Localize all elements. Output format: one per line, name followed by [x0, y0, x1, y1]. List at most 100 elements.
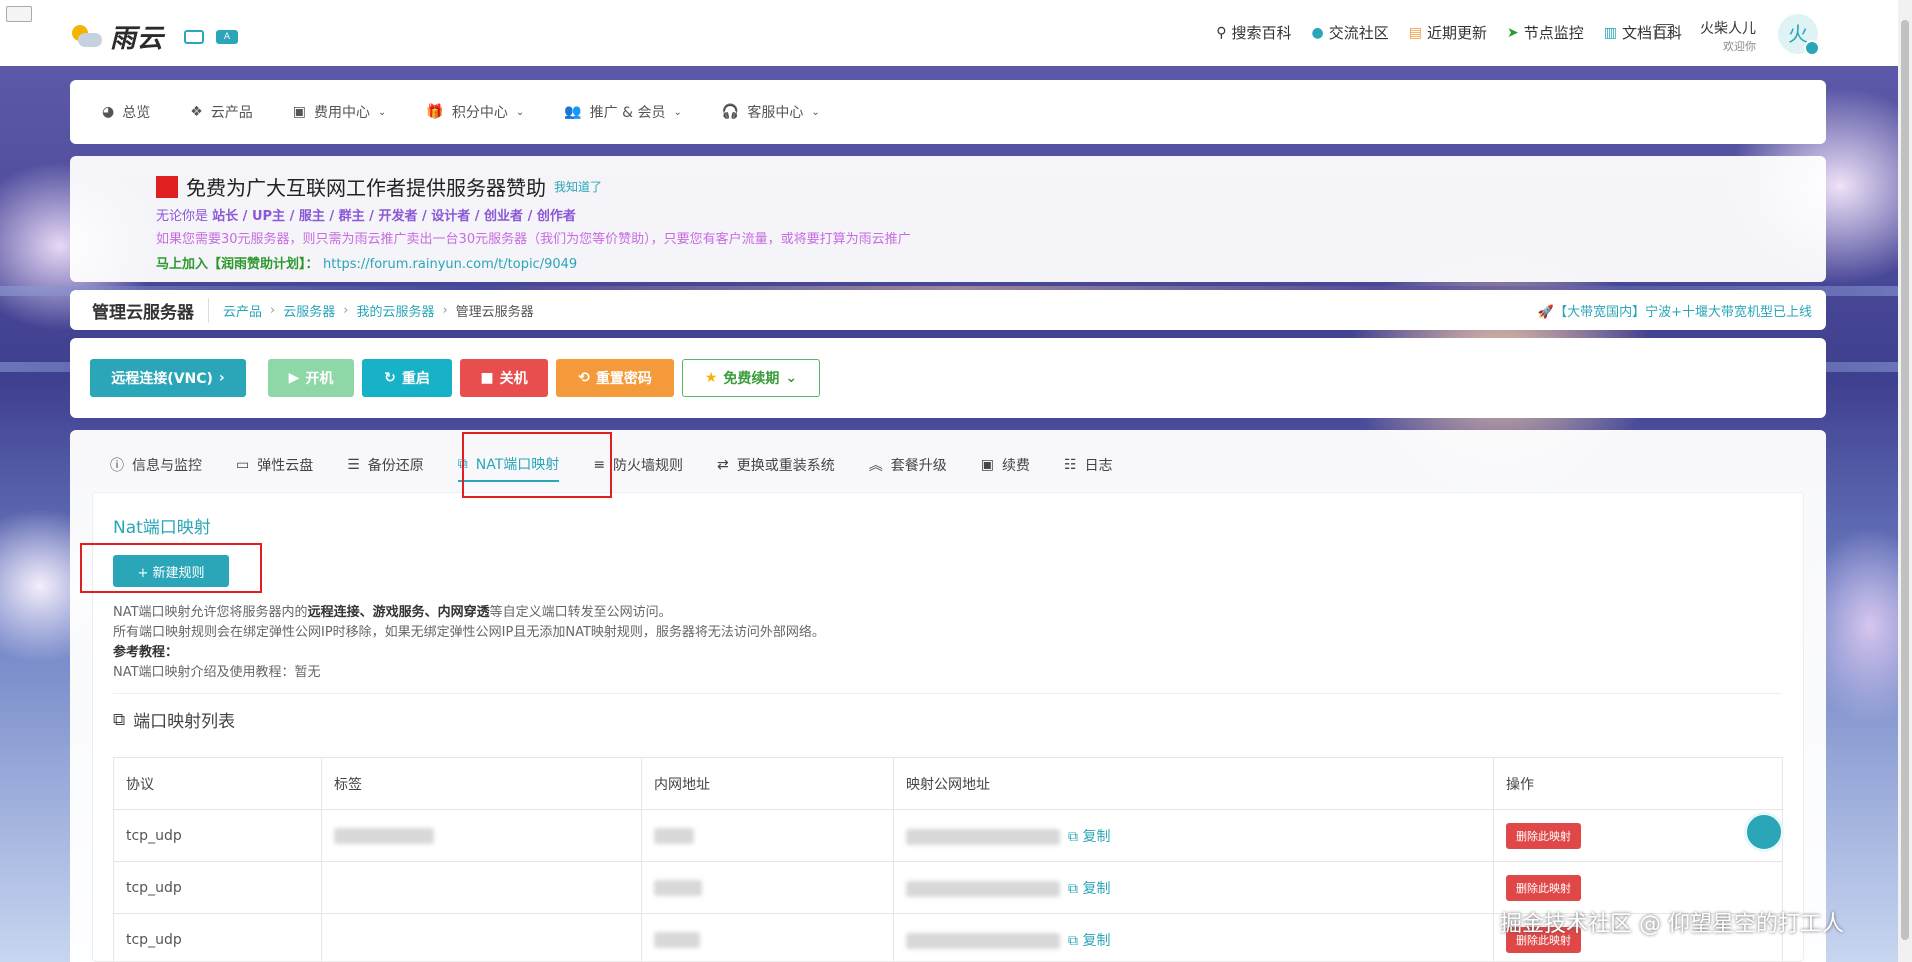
chevron-right-icon: ›	[218, 370, 225, 386]
menu-label: 云产品	[210, 105, 253, 121]
server-actions: 远程连接(VNC) › ▶ 开机 ↻ 重启 ■ 关机 ⟲ 重置密码 ★ 免费续期 ⌄	[70, 338, 1826, 418]
menu-points[interactable]: 🎁 积分中心 ⌄	[426, 102, 524, 122]
weather-logo-icon	[70, 23, 104, 51]
menu-label: 客服中心	[747, 105, 804, 121]
delete-mapping-button[interactable]: 删除此映射	[1506, 874, 1581, 901]
hdd-icon: ▭	[236, 457, 250, 473]
desc-bold: 远程连接、游戏服务、内网穿透	[307, 605, 490, 620]
reset-password-button[interactable]: ⟲ 重置密码	[556, 359, 674, 397]
checklist-icon: ☷	[1064, 457, 1077, 473]
topnav-monitor[interactable]: ➤ 节点监控	[1507, 22, 1584, 43]
refresh-icon: ↻	[384, 370, 396, 386]
support-headset-icon[interactable]	[1744, 812, 1784, 852]
nat-title: Nat端口映射	[113, 518, 211, 538]
scrollbar-thumb[interactable]	[1901, 20, 1909, 940]
tab-label: 更换或重装系统	[736, 458, 835, 474]
vnc-button[interactable]: 远程连接(VNC) ›	[90, 359, 246, 397]
tab-label: 弹性云盘	[257, 458, 314, 474]
topnav-label: 近期更新	[1426, 24, 1487, 42]
desc-line2: 所有端口映射规则会在绑定弹性公网IP时移除，如果无绑定弹性公网IP且无添加NAT…	[113, 625, 825, 640]
menu-label: 费用中心	[314, 105, 371, 121]
breadcrumb-separator: ›	[270, 302, 276, 318]
notice-dismiss-link[interactable]: 我知道了	[554, 178, 602, 195]
copy-label: 复制	[1082, 932, 1111, 949]
tab-disk[interactable]: ▭ 弹性云盘	[236, 448, 313, 482]
free-renew-dropdown[interactable]: ★ 免费续期 ⌄	[682, 359, 820, 397]
tab-log[interactable]: ☷ 日志	[1064, 448, 1113, 482]
breadcrumb-item[interactable]: 我的云服务器	[356, 301, 434, 320]
restart-button[interactable]: ↻ 重启	[362, 359, 452, 397]
mail-icon[interactable]	[1656, 24, 1674, 38]
users-icon: 👥	[564, 104, 582, 120]
tab-reinstall[interactable]: ⇄ 更换或重装系统	[717, 448, 835, 482]
avatar[interactable]: 火	[1778, 14, 1820, 56]
notice-line1-prefix: 无论你是	[156, 209, 209, 224]
menu-label: 总览	[122, 105, 151, 121]
user-info[interactable]: 火柴人儿 欢迎你	[1700, 18, 1756, 54]
col-internal-addr: 内网地址	[641, 757, 894, 810]
topnav-search[interactable]: ⚲ 搜索百科	[1216, 22, 1291, 43]
breadcrumb-current: 管理云服务器	[455, 304, 534, 320]
nat-description: NAT端口映射允许您将服务器内的远程连接、游戏服务、内网穿透等自定义端口转发至公…	[113, 603, 825, 683]
monitor-icon: ➤	[1507, 24, 1519, 41]
redacted-value	[654, 879, 702, 896]
action-cell: 删除此映射	[1493, 809, 1783, 862]
copy-button[interactable]: ⧉ 复制	[1068, 829, 1110, 845]
sync-icon: ⟲	[578, 370, 590, 386]
internal-addr-cell	[641, 861, 894, 914]
main-menu: ◕ 总览 ❖ 云产品 ▣ 费用中心 ⌄ 🎁 积分中心 ⌄ 👥 推广 & 会员 ⌄ 🎧 客服中心 ⌄	[70, 80, 1826, 144]
col-actions: 操作	[1493, 757, 1783, 810]
topnav-label: 节点监控	[1523, 24, 1584, 42]
headset-icon: 🎧	[721, 104, 740, 120]
tab-upgrade[interactable]: ︽ 套餐升级	[869, 448, 947, 482]
stop-icon: ■	[480, 370, 494, 386]
public-addr-cell: ⧉ 复制	[893, 913, 1494, 962]
menu-promotion[interactable]: 👥 推广 & 会员 ⌄	[564, 102, 682, 122]
gift-icon: 🎁	[426, 104, 444, 120]
shutdown-button[interactable]: ■ 关机	[460, 359, 548, 397]
desc-text: 等自定义端口转发至公网访问。	[489, 605, 672, 620]
menu-support[interactable]: 🎧 客服中心 ⌄	[722, 102, 820, 122]
tab-backup[interactable]: ☰ 备份还原	[347, 448, 424, 482]
image-icon[interactable]	[184, 29, 205, 44]
copy-button[interactable]: ⧉ 复制	[1068, 933, 1110, 949]
tab-renew[interactable]: ▣ 续费	[981, 448, 1030, 482]
tab-info[interactable]: ⓘ 信息与监控	[110, 448, 202, 482]
menu-cloud-products[interactable]: ❖ 云产品	[190, 102, 253, 122]
start-button[interactable]: ▶ 开机	[268, 359, 354, 397]
start-label: 开机	[305, 371, 334, 387]
search-icon: ⚲	[1216, 24, 1227, 41]
tab-label: 防火墙规则	[613, 458, 684, 474]
update-icon: ▤	[1408, 24, 1422, 41]
copy-label: 复制	[1082, 828, 1111, 845]
desc-bold: 参考教程：	[113, 645, 179, 660]
news-link[interactable]: 🚀【大带宽国内】宁波+十堰大带宽机型已上线	[1538, 301, 1812, 320]
menu-billing[interactable]: ▣ 费用中心 ⌄	[293, 102, 387, 122]
scrollbar[interactable]	[1898, 0, 1912, 962]
notice-forum-link[interactable]: https://forum.rainyun.com/t/topic/9049	[323, 257, 577, 272]
table-header: 协议 标签 内网地址 映射公网地址 操作	[113, 757, 1783, 810]
copy-button[interactable]: ⧉ 复制	[1068, 881, 1110, 897]
user-name: 火柴人儿	[1700, 21, 1756, 37]
desc-line1: NAT端口映射允许您将服务器内的远程连接、游戏服务、内网穿透等自定义端口转发至公…	[113, 603, 825, 623]
topnav-community[interactable]: ● 交流社区	[1312, 22, 1389, 43]
breadcrumb-item[interactable]: 云产品	[223, 301, 262, 320]
tag-cell	[321, 809, 642, 862]
brand-logo[interactable]: 雨云 A	[70, 18, 239, 55]
redacted-value	[654, 931, 700, 948]
topnav-updates[interactable]: ▤ 近期更新	[1409, 22, 1487, 43]
internal-addr-cell	[641, 809, 894, 862]
notice-line2: 如果您需要30元服务器，则只需为雨云推广卖出一台30元服务器（我们为您等价赞助）…	[156, 232, 911, 247]
shutdown-label: 关机	[499, 371, 528, 387]
tab-label: 套餐升级	[890, 458, 947, 474]
desc-text: NAT端口映射允许您将服务器内的	[113, 605, 308, 620]
chevron-down-icon: ⌄	[378, 106, 387, 118]
translate-icon[interactable]: A	[216, 29, 239, 44]
notice-roles: 站长 / UP主 / 服主 / 群主 / 开发者 / 设计者 / 创业者 / 创…	[212, 209, 576, 224]
delete-mapping-button[interactable]: 删除此映射	[1506, 822, 1581, 849]
tab-label: 信息与监控	[132, 458, 202, 474]
menu-overview[interactable]: ◕ 总览	[102, 102, 150, 122]
redacted-value	[906, 932, 1060, 949]
brand-name: 雨云	[110, 24, 165, 54]
breadcrumb-item[interactable]: 云服务器	[283, 301, 335, 320]
